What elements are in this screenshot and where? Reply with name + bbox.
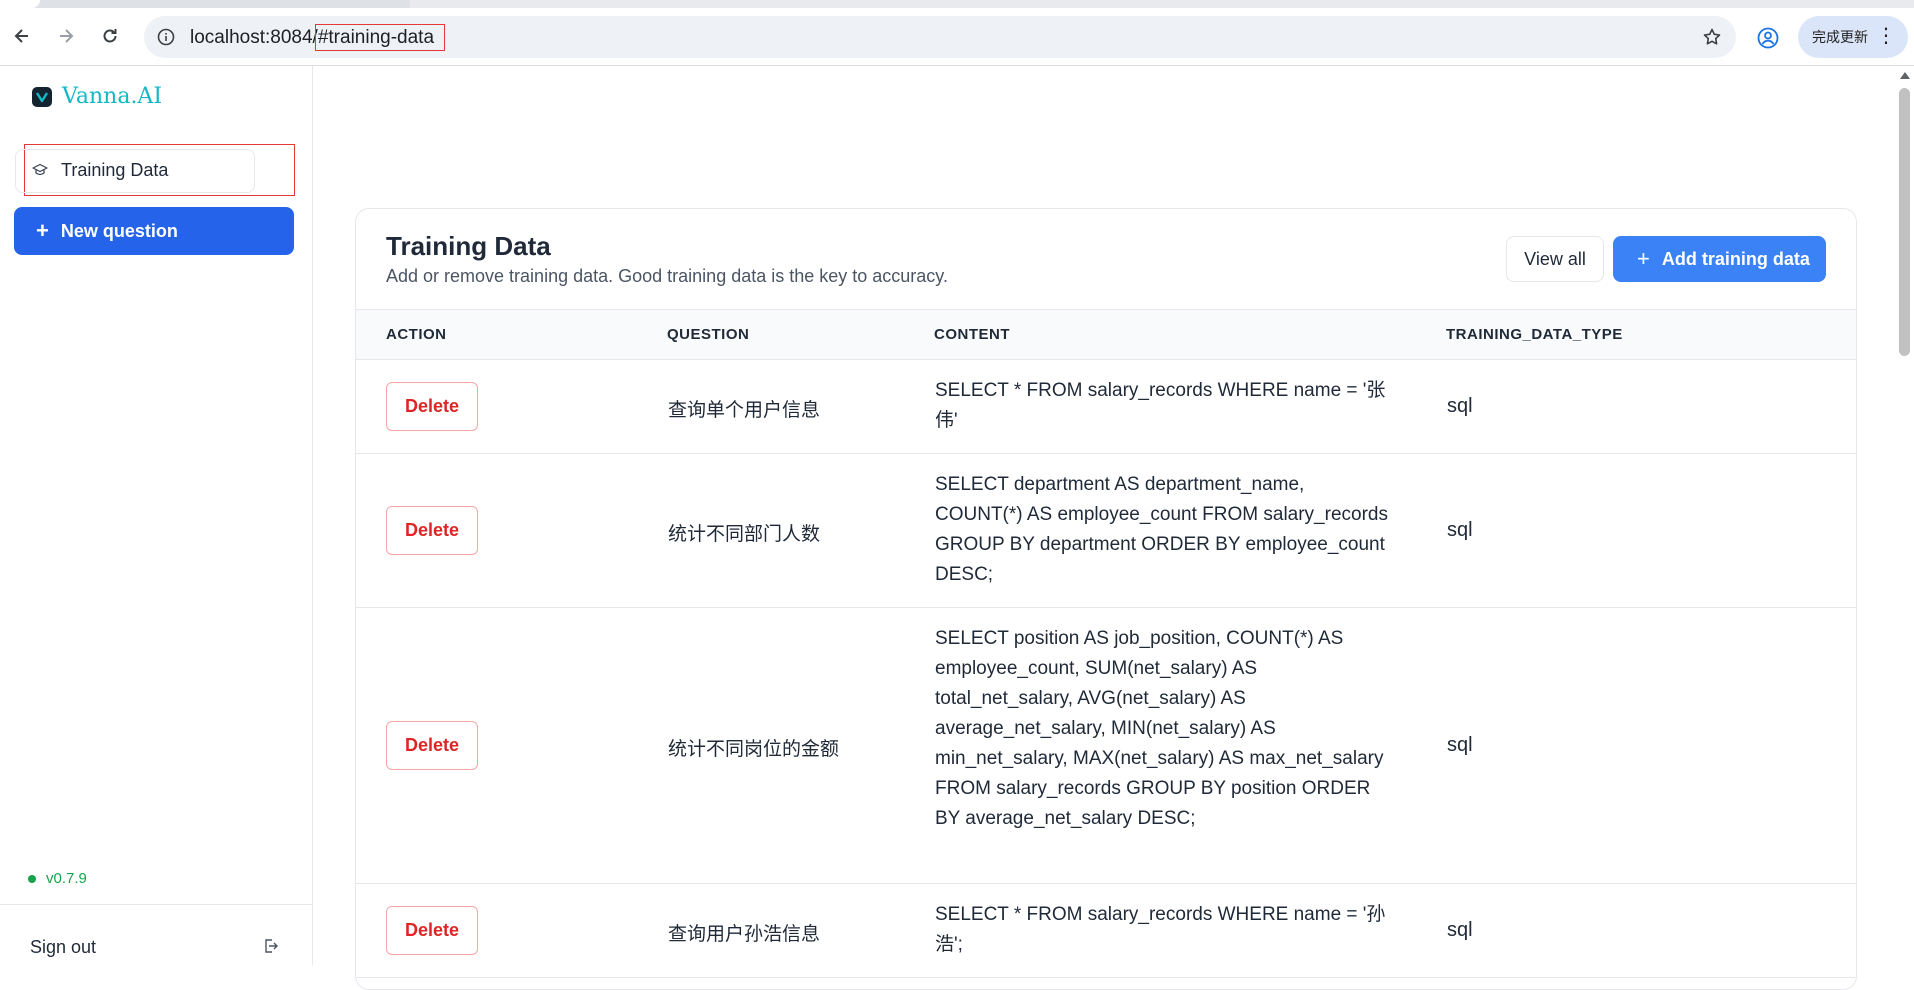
url-host: localhost:8084/ — [190, 27, 318, 48]
column-header-question: QUESTION — [667, 326, 750, 343]
delete-button[interactable]: Delete — [386, 382, 478, 431]
type-cell: sql — [1447, 395, 1473, 417]
profile-icon — [1757, 27, 1779, 49]
update-label: 完成更新 — [1812, 29, 1868, 45]
graduation-cap-icon — [31, 161, 49, 179]
sign-out-button[interactable]: Sign out — [30, 935, 280, 959]
tab-strip — [0, 0, 1914, 8]
table-row: Delete 查询单个用户信息 SELECT * FROM salary_rec… — [356, 360, 1856, 454]
reload-button[interactable] — [94, 20, 126, 52]
vanna-logo-icon — [32, 86, 52, 107]
column-header-content: CONTENT — [934, 326, 1010, 343]
back-button[interactable] — [6, 20, 38, 52]
plus-icon: + — [1637, 246, 1650, 271]
url-text[interactable]: localhost:8084/#training-data — [190, 24, 446, 51]
page-title: Training Data — [386, 231, 551, 261]
table-header: ACTION QUESTION CONTENT TRAINING_DATA_TY… — [356, 309, 1856, 360]
question-cell: 统计不同岗位的金额 — [668, 739, 840, 760]
view-all-button[interactable]: View all — [1506, 236, 1604, 282]
browser-toolbar: localhost:8084/#training-data 完成更新 ⋮ — [0, 8, 1914, 66]
back-arrow-icon — [14, 29, 28, 43]
forward-arrow-icon — [60, 29, 74, 43]
table-row: Delete 统计不同部门人数 SELECT department AS dep… — [356, 454, 1856, 608]
content-cell: SELECT department AS department_name, CO… — [935, 474, 1388, 585]
question-cell: 查询用户孙浩信息 — [668, 924, 821, 945]
add-training-data-button[interactable]: + Add training data — [1613, 236, 1826, 282]
forward-button[interactable] — [50, 20, 82, 52]
more-menu-icon[interactable]: ⋮ — [1876, 26, 1896, 46]
content-cell: SELECT * FROM salary_records WHERE name … — [935, 904, 1386, 955]
delete-button[interactable]: Delete — [386, 906, 478, 955]
sidebar: Vanna.AI Training Data + New question v0… — [0, 66, 313, 965]
question-cell: 统计不同部门人数 — [668, 524, 821, 545]
status-dot-icon — [28, 874, 36, 883]
page-subtitle: Add or remove training data. Good traini… — [386, 266, 948, 286]
training-data-card: Training Data Add or remove training dat… — [355, 208, 1857, 990]
content-cell: SELECT position AS job_position, COUNT(*… — [935, 628, 1384, 829]
reload-icon — [103, 29, 117, 43]
scrollbar-thumb[interactable] — [1899, 88, 1910, 356]
column-header-training-data-type: TRAINING_DATA_TYPE — [1446, 326, 1623, 343]
url-hash: #training-data — [314, 24, 446, 51]
question-cell: 查询单个用户信息 — [668, 400, 821, 421]
site-info-icon[interactable] — [154, 25, 178, 49]
type-cell: sql — [1447, 519, 1473, 541]
browser-update-button[interactable]: 完成更新 ⋮ — [1798, 16, 1908, 58]
delete-button[interactable]: Delete — [386, 506, 478, 555]
sidebar-item-training-data[interactable]: Training Data — [15, 144, 295, 196]
type-cell: sql — [1447, 734, 1473, 756]
brand[interactable]: Vanna.AI — [32, 84, 162, 109]
column-header-action: ACTION — [386, 326, 447, 343]
delete-button[interactable]: Delete — [386, 721, 478, 770]
logout-icon — [262, 937, 280, 955]
profile-button[interactable] — [1754, 24, 1782, 52]
add-training-data-label: Add training data — [1661, 248, 1810, 269]
active-tab-edge[interactable] — [0, 0, 40, 8]
sidebar-divider — [0, 904, 312, 905]
content-cell: SELECT * FROM salary_records WHERE name … — [935, 380, 1386, 431]
sidebar-item-label: Training Data — [61, 159, 169, 180]
address-bar[interactable]: localhost:8084/#training-data — [144, 16, 1736, 58]
plus-icon: + — [36, 218, 49, 243]
tab-strip-bg — [410, 0, 1914, 8]
new-question-button[interactable]: + New question — [14, 207, 294, 255]
scroll-up-arrow-icon[interactable] — [1900, 72, 1910, 79]
table-row: Delete 统计不同岗位的金额 SELECT position AS job_… — [356, 608, 1856, 884]
brand-name: Vanna.AI — [62, 84, 163, 109]
table-row: Delete 查询用户孙浩信息 SELECT * FROM salary_rec… — [356, 884, 1856, 978]
new-question-label: New question — [60, 220, 178, 241]
sign-out-label: Sign out — [30, 936, 97, 957]
version-indicator: v0.7.9 — [28, 870, 87, 887]
bookmark-star-icon[interactable] — [1700, 25, 1724, 49]
type-cell: sql — [1447, 919, 1473, 941]
version-text: v0.7.9 — [46, 870, 87, 887]
